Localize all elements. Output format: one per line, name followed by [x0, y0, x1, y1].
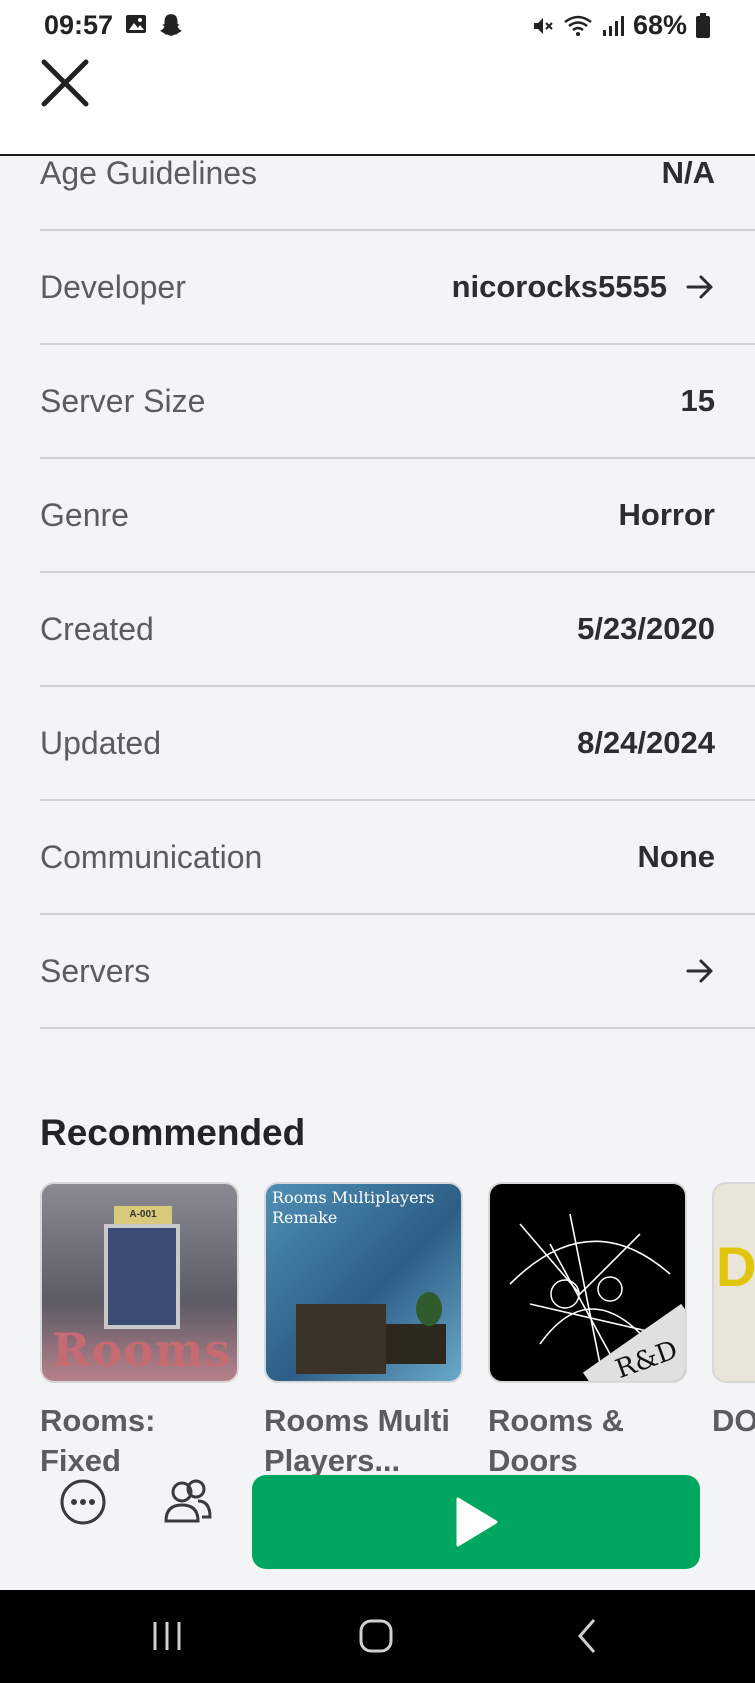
info-value: 8/24/2024	[577, 725, 715, 760]
home-button[interactable]	[354, 1616, 398, 1656]
info-label: Updated	[40, 724, 161, 761]
status-bar: 09:57 68%	[0, 0, 755, 52]
thumbnail-door	[104, 1224, 180, 1329]
info-label: Communication	[40, 838, 263, 875]
info-value: Horror	[618, 497, 715, 532]
game-name[interactable]: Rooms: Fixed Expanded	[40, 1401, 239, 1477]
play-button[interactable]	[252, 1475, 700, 1569]
mute-icon	[533, 17, 553, 34]
status-left-icons	[124, 12, 184, 38]
thumbnail-plant	[416, 1292, 442, 1326]
bottom-action-bar	[0, 1475, 755, 1589]
info-label: Genre	[40, 496, 129, 533]
info-row-servers[interactable]: Servers	[40, 915, 755, 1029]
recommended-card[interactable]: R&D Rooms & Doors	[488, 1182, 687, 1477]
info-value: 5/23/2020	[577, 611, 715, 646]
more-options-icon	[60, 1479, 106, 1525]
system-nav-bar	[0, 1590, 755, 1683]
snapchat-icon	[160, 14, 182, 36]
info-label: Server Size	[40, 382, 206, 419]
thumbnail-sign: A-001	[114, 1206, 172, 1224]
play-icon	[456, 1497, 498, 1547]
info-row-created: Created 5/23/2020	[40, 573, 755, 687]
info-value: None	[637, 839, 716, 874]
arrow-right-icon[interactable]	[685, 272, 715, 302]
game-thumbnail[interactable]: R&D	[488, 1182, 687, 1383]
info-label: Developer	[40, 268, 186, 305]
thumbnail-table	[296, 1304, 386, 1374]
battery-percent: 68%	[632, 10, 687, 40]
developer-link[interactable]: nicorocks5555	[452, 269, 667, 305]
info-label: Created	[40, 610, 154, 647]
recommended-card[interactable]: Rooms Multiplayers Remake Rooms Multi Pl…	[264, 1182, 463, 1477]
status-time: 09:57	[44, 10, 114, 40]
thumbnail-text: D	[716, 1235, 755, 1298]
info-value: N/A	[661, 157, 715, 190]
info-list: Age Guidelines N/A Developer nicorocks55…	[40, 157, 755, 1029]
info-label: Age Guidelines	[40, 157, 258, 191]
info-row-communication: Communication None	[40, 801, 755, 915]
back-icon	[578, 1619, 596, 1653]
close-button[interactable]	[38, 56, 92, 110]
info-row-developer[interactable]: Developer nicorocks5555	[40, 231, 755, 345]
game-thumbnail[interactable]: Rooms Multiplayers Remake	[264, 1182, 463, 1383]
game-name[interactable]: DO Ro	[712, 1401, 755, 1477]
details-scroll-area[interactable]: Age Guidelines N/A Developer nicorocks55…	[0, 157, 755, 1477]
recommended-card[interactable]: A-001 Rooms Rooms: Fixed Expanded	[40, 1182, 239, 1477]
recommended-carousel[interactable]: A-001 Rooms Rooms: Fixed Expanded Rooms …	[40, 1182, 755, 1477]
recommended-title: Recommended	[40, 1112, 306, 1153]
thumbnail-caption: Rooms Multiplayers Remake	[272, 1188, 435, 1227]
recent-apps-icon	[153, 1622, 181, 1650]
wifi-icon	[564, 15, 592, 36]
info-row-server-size: Server Size 15	[40, 345, 755, 459]
image-icon	[126, 15, 146, 33]
game-name[interactable]: Rooms Multi Players...	[264, 1401, 463, 1477]
thumbnail-table	[386, 1324, 446, 1364]
home-icon	[359, 1619, 393, 1653]
info-row-updated: Updated 8/24/2024	[40, 687, 755, 801]
signal-icon	[602, 15, 624, 36]
game-thumbnail[interactable]: A-001 Rooms	[40, 1182, 239, 1383]
game-thumbnail[interactable]: D	[712, 1182, 755, 1383]
close-icon	[41, 59, 89, 107]
play-with-friends-button[interactable]	[162, 1477, 214, 1527]
status-right: 68%	[531, 10, 711, 41]
back-button[interactable]	[566, 1616, 610, 1656]
recent-apps-button[interactable]	[145, 1616, 189, 1656]
recommended-card[interactable]: D DO Ro	[712, 1182, 755, 1477]
info-value: 15	[680, 383, 715, 418]
battery-icon	[696, 12, 710, 38]
more-options-button[interactable]	[58, 1477, 108, 1527]
thumbnail-logo: Rooms	[52, 1323, 232, 1377]
arrow-right-icon[interactable]	[685, 956, 715, 986]
info-row-age-guidelines: Age Guidelines N/A	[40, 157, 755, 231]
game-name[interactable]: Rooms & Doors	[488, 1401, 687, 1477]
info-label: Servers	[40, 952, 151, 989]
top-header	[0, 52, 755, 156]
info-row-genre: Genre Horror	[40, 459, 755, 573]
friends-icon	[164, 1479, 212, 1523]
